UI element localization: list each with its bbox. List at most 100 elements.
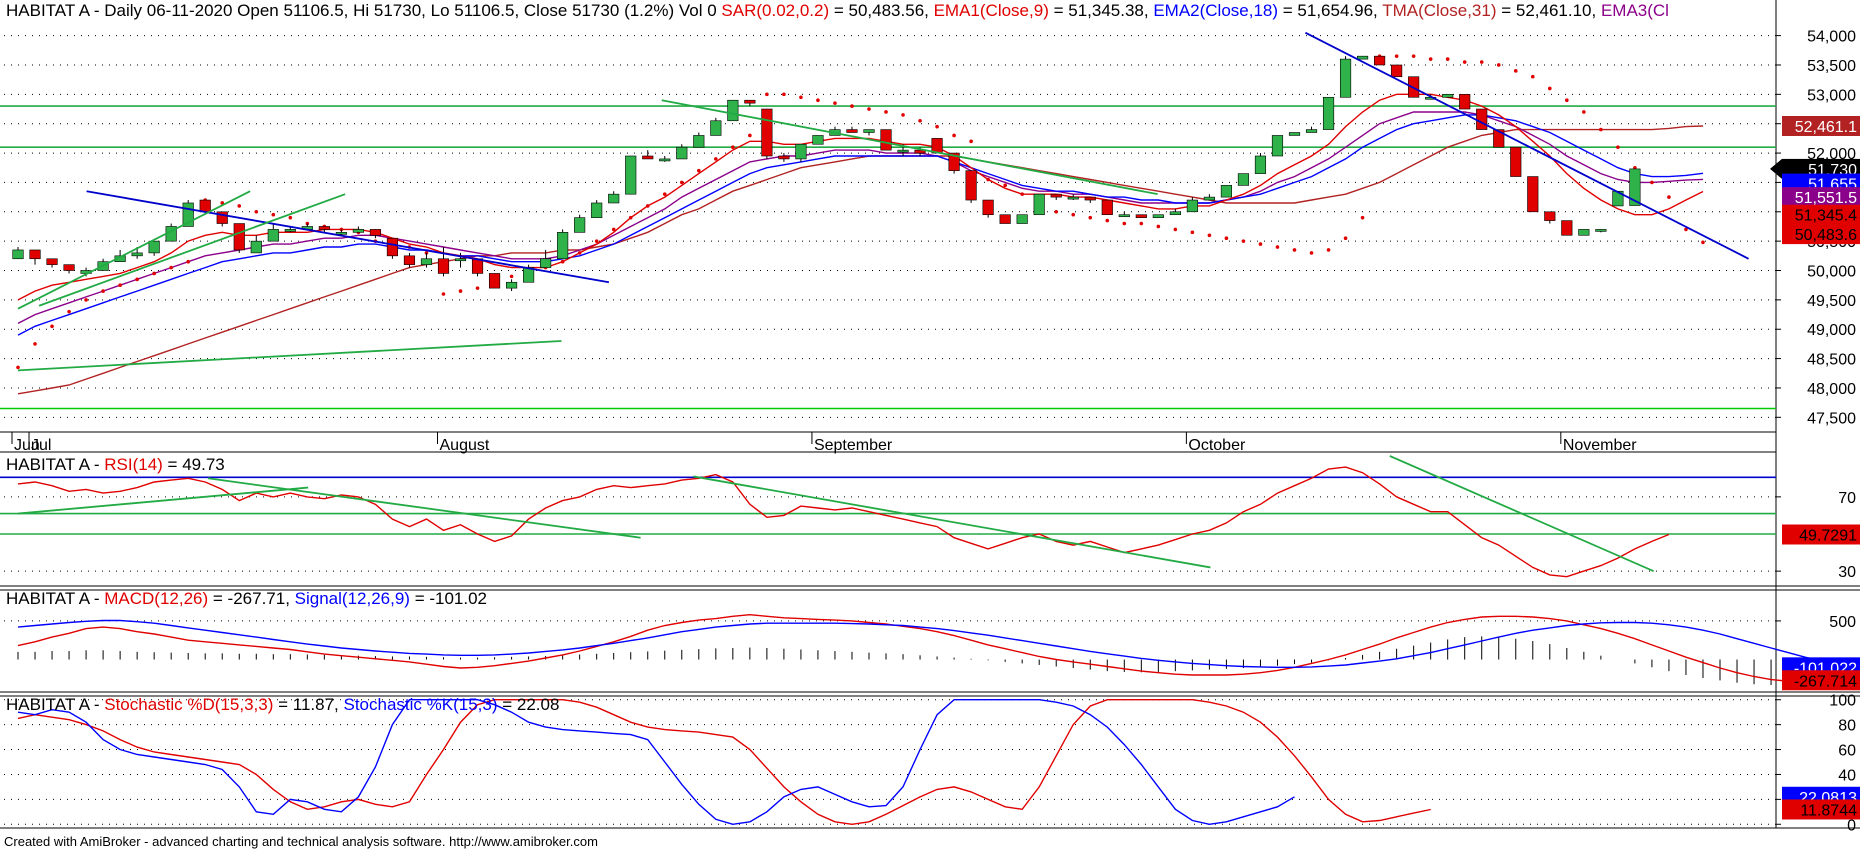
candle-body	[46, 258, 58, 265]
sar-dot	[1445, 57, 1450, 61]
sar-dot	[1360, 215, 1365, 220]
candle-body	[1595, 229, 1607, 232]
pane-title-part: = -101.02	[410, 589, 487, 608]
x-tick-label: October	[1188, 437, 1246, 454]
candle-body	[1561, 220, 1573, 236]
candle-body	[778, 155, 790, 160]
value-tag-label: 49.7291	[1799, 528, 1857, 545]
candle-body	[1527, 176, 1539, 213]
sar-dot	[714, 157, 718, 161]
sar-dot	[816, 98, 820, 103]
candle-body	[1374, 55, 1386, 66]
sar-dot	[1394, 54, 1399, 58]
sar-dot	[850, 104, 854, 108]
candle-body	[1544, 211, 1556, 221]
sar-dot	[1667, 195, 1671, 199]
candle-body	[1050, 193, 1062, 198]
sar-dot	[1156, 224, 1161, 229]
sar-dot	[1054, 209, 1059, 214]
candle-body	[574, 217, 586, 233]
sar-dot	[271, 212, 276, 217]
sar-dot	[969, 139, 973, 144]
x-tick-label: Jul	[31, 437, 51, 454]
sar-dot	[1513, 69, 1518, 73]
y-tick-label: 53,000	[1807, 87, 1856, 104]
candle-body	[1118, 214, 1130, 218]
pane-title-part: RSI(14)	[104, 455, 163, 474]
sar-dot	[1258, 242, 1263, 246]
candle-body	[506, 281, 518, 289]
sar-dot	[50, 324, 54, 329]
sar-dot	[594, 239, 599, 243]
candle-body	[1169, 211, 1181, 216]
value-tag-label: 51,551.5	[1795, 190, 1857, 207]
candle-body	[1135, 214, 1147, 218]
candle-body	[63, 264, 75, 271]
candle-body	[1305, 129, 1318, 133]
pane-title-part: = 50,483.56,	[829, 1, 933, 20]
y-tick-label: 49,500	[1807, 293, 1856, 310]
sar-dot	[1241, 239, 1246, 243]
candle-body	[642, 155, 654, 160]
sar-dot	[186, 259, 190, 264]
pane-title-part: HABITAT A -	[6, 455, 104, 474]
candle-body	[250, 240, 262, 254]
sar-dot	[1530, 74, 1535, 79]
y-tick-label: 49,000	[1807, 322, 1856, 339]
pane-title-part: MACD(12,26)	[104, 589, 208, 608]
candle-body	[352, 229, 364, 233]
candle-body	[1254, 155, 1267, 174]
sar-dot	[1207, 233, 1212, 238]
pane-title-part: = 51,654.96,	[1278, 1, 1382, 20]
sar-dot	[986, 177, 990, 182]
sar-dot	[1411, 54, 1416, 58]
value-tag-label: 50,483.6	[1795, 227, 1857, 244]
candle-body	[1288, 132, 1301, 136]
candle-body	[386, 237, 399, 257]
sar-dot	[679, 180, 684, 185]
sar-dot	[901, 113, 905, 117]
chart-background	[0, 0, 1860, 852]
y-tick-label: 100	[1829, 693, 1856, 710]
candle-body	[693, 135, 705, 148]
sar-dot	[577, 251, 582, 255]
candle-body	[761, 108, 773, 157]
sar-dot	[1343, 236, 1348, 241]
amibroker-chart[interactable]: 54,00053,50053,00052,50052,00051,50051,0…	[0, 0, 1860, 852]
candle-body	[1084, 196, 1096, 201]
sar-dot	[33, 342, 37, 346]
sar-dot	[782, 92, 786, 97]
candle-body	[727, 99, 739, 122]
candle-body	[1271, 135, 1284, 157]
candle-body	[897, 149, 909, 153]
sar-dot	[1479, 60, 1484, 64]
sar-dot	[748, 133, 752, 138]
value-tag-label: 51,345.4	[1795, 208, 1857, 225]
pane-title-part: Stochastic %K(15,3)	[344, 695, 498, 714]
candle-body	[965, 170, 977, 201]
candle-body	[744, 99, 756, 104]
sar-dot	[1462, 60, 1467, 64]
candle-body	[437, 258, 450, 274]
sar-dot	[731, 145, 735, 149]
candle-body	[1101, 199, 1113, 216]
sar-dot	[1496, 63, 1501, 67]
pane-title-part: HABITAT A -	[6, 695, 104, 714]
value-tag-label: 11.8744	[1800, 802, 1857, 819]
candle-body	[233, 223, 245, 251]
sar-dot	[101, 289, 105, 293]
candle-body	[1476, 108, 1488, 130]
y-tick-label: 70	[1838, 490, 1856, 507]
candle-body	[199, 199, 211, 213]
y-tick-label: 54,000	[1807, 29, 1856, 46]
y-tick-label: 40	[1838, 767, 1856, 784]
sar-dot	[1190, 230, 1195, 235]
candle-body	[335, 232, 347, 235]
sar-dot	[1616, 145, 1620, 149]
pane-title-part: = 52,461.10,	[1497, 1, 1601, 20]
y-tick-label: 60	[1838, 743, 1856, 760]
sar-dot	[509, 274, 514, 279]
sar-dot	[84, 298, 88, 302]
sar-dot	[288, 215, 293, 220]
sar-dot	[1224, 236, 1229, 241]
